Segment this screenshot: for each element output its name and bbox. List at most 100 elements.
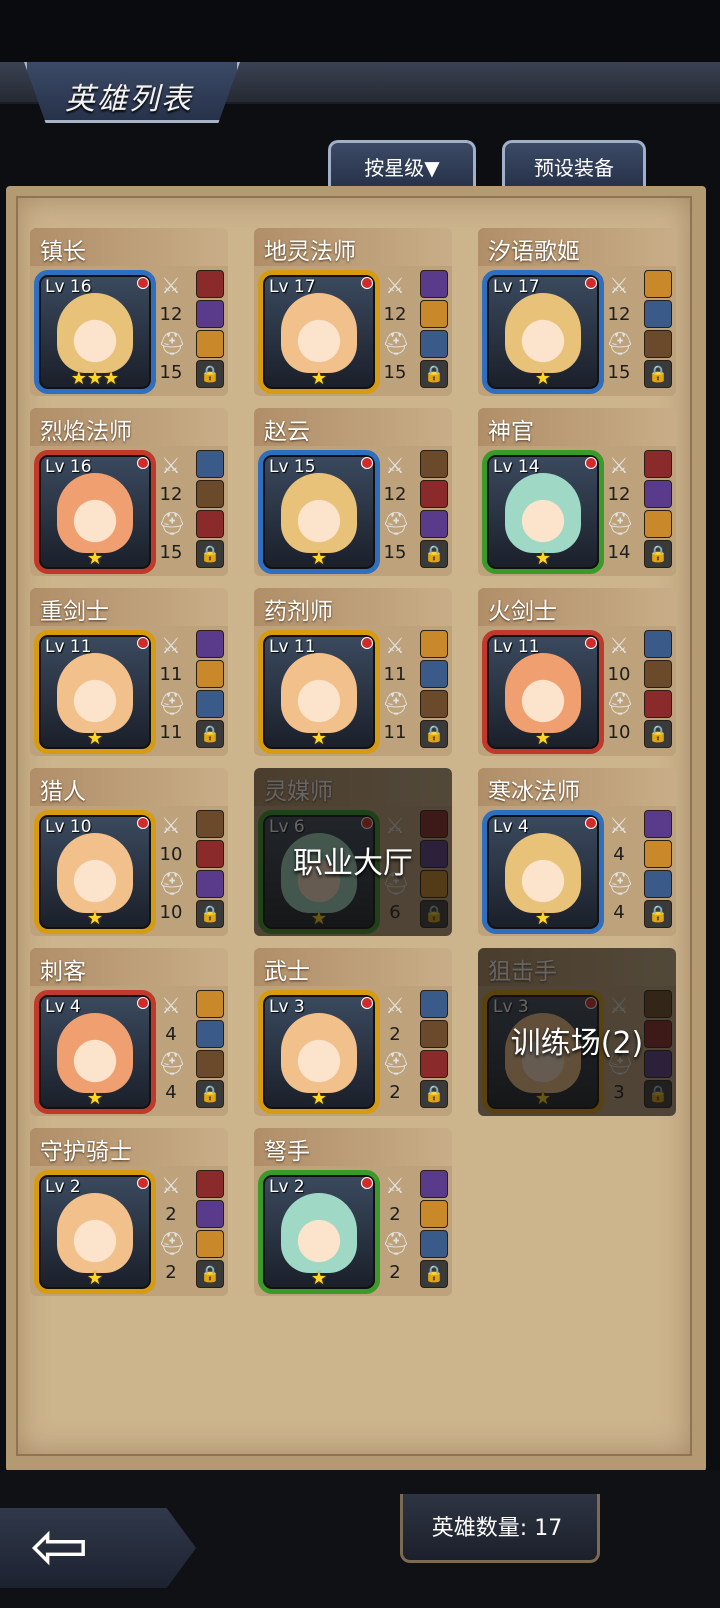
hero-portrait[interactable]: Lv 16 ★ bbox=[34, 450, 156, 574]
equipment-slot[interactable] bbox=[644, 660, 672, 688]
lock-icon[interactable]: 🔒 bbox=[196, 1260, 224, 1288]
hero-card[interactable]: 武士 Lv 3 ★ ⚔ 2 ⛑ 2 🔒 bbox=[254, 948, 452, 1116]
hero-portrait[interactable]: Lv 17 ★ bbox=[482, 270, 604, 394]
defense-value: 2 bbox=[389, 1082, 401, 1103]
hero-card[interactable]: 守护骑士 Lv 2 ★ ⚔ 2 ⛑ 2 🔒 bbox=[30, 1128, 228, 1296]
lock-icon[interactable]: 🔒 bbox=[644, 540, 672, 568]
status-bar-area bbox=[0, 0, 720, 62]
equipment-slot[interactable] bbox=[196, 1050, 224, 1078]
hero-card[interactable]: 重剑士 Lv 11 ★ ⚔ 11 ⛑ 11 🔒 bbox=[30, 588, 228, 756]
hero-portrait[interactable]: Lv 11 ★ bbox=[258, 630, 380, 754]
equipment-slot[interactable] bbox=[644, 300, 672, 328]
equipment-slot[interactable] bbox=[644, 840, 672, 868]
equipment-slot[interactable] bbox=[196, 660, 224, 688]
equipment-slot[interactable] bbox=[420, 990, 448, 1018]
equipment-slot[interactable] bbox=[196, 630, 224, 658]
equipment-slot[interactable] bbox=[420, 660, 448, 688]
equipment-slot[interactable] bbox=[644, 270, 672, 298]
hero-card[interactable]: 镇长 Lv 16 ★★★ ⚔ 12 ⛑ 15 🔒 bbox=[30, 228, 228, 396]
equipment-slot[interactable] bbox=[420, 1020, 448, 1048]
equipment-slot[interactable] bbox=[196, 990, 224, 1018]
equipment-slot[interactable] bbox=[196, 690, 224, 718]
lock-icon[interactable]: 🔒 bbox=[420, 360, 448, 388]
lock-icon[interactable]: 🔒 bbox=[420, 1080, 448, 1108]
hero-portrait[interactable]: Lv 16 ★★★ bbox=[34, 270, 156, 394]
hero-card[interactable]: 汐语歌姬 Lv 17 ★ ⚔ 12 ⛑ 15 🔒 bbox=[478, 228, 676, 396]
hero-card[interactable]: 赵云 Lv 15 ★ ⚔ 12 ⛑ 15 🔒 bbox=[254, 408, 452, 576]
equipment-slot[interactable] bbox=[196, 270, 224, 298]
hero-portrait[interactable]: Lv 11 ★ bbox=[482, 630, 604, 754]
lock-icon[interactable]: 🔒 bbox=[196, 360, 224, 388]
hero-card[interactable]: 寒冰法师 Lv 4 ★ ⚔ 4 ⛑ 4 🔒 bbox=[478, 768, 676, 936]
equipment-slot[interactable] bbox=[196, 1200, 224, 1228]
hero-portrait[interactable]: Lv 3 ★ bbox=[258, 990, 380, 1114]
lock-icon[interactable]: 🔒 bbox=[196, 720, 224, 748]
hero-card[interactable]: 药剂师 Lv 11 ★ ⚔ 11 ⛑ 11 🔒 bbox=[254, 588, 452, 756]
hero-card[interactable]: 灵媒师Lv 6★⚔⛑6🔒职业大厅 bbox=[254, 768, 452, 936]
hero-card[interactable]: 火剑士 Lv 11 ★ ⚔ 10 ⛑ 10 🔒 bbox=[478, 588, 676, 756]
hero-card[interactable]: 猎人 Lv 10 ★ ⚔ 10 ⛑ 10 🔒 bbox=[30, 768, 228, 936]
defense-value: 2 bbox=[165, 1262, 177, 1283]
hero-card[interactable]: 狙击手Lv 3★⚔⛑3🔒训练场(2) bbox=[478, 948, 676, 1116]
hero-portrait[interactable]: Lv 17 ★ bbox=[258, 270, 380, 394]
equipment-slot[interactable] bbox=[196, 1230, 224, 1258]
lock-icon[interactable]: 🔒 bbox=[196, 900, 224, 928]
lock-icon[interactable]: 🔒 bbox=[420, 1260, 448, 1288]
lock-icon[interactable]: 🔒 bbox=[644, 720, 672, 748]
helmet-icon: ⛑ bbox=[606, 692, 634, 717]
equipment-slot[interactable] bbox=[644, 810, 672, 838]
hero-portrait[interactable]: Lv 2 ★ bbox=[34, 1170, 156, 1294]
weapon-icon: ⚔ bbox=[385, 454, 405, 479]
lock-icon[interactable]: 🔒 bbox=[420, 540, 448, 568]
hero-portrait[interactable]: Lv 10 ★ bbox=[34, 810, 156, 934]
hero-portrait[interactable]: Lv 4 ★ bbox=[34, 990, 156, 1114]
equipment-slot[interactable] bbox=[420, 1050, 448, 1078]
equipment-slot[interactable] bbox=[644, 330, 672, 358]
equipment-slot[interactable] bbox=[196, 510, 224, 538]
equipment-slot[interactable] bbox=[196, 840, 224, 868]
preset-equipment-button[interactable]: 预设装备 bbox=[502, 140, 646, 189]
equipment-slot[interactable] bbox=[420, 450, 448, 478]
equipment-slot[interactable] bbox=[196, 810, 224, 838]
lock-icon[interactable]: 🔒 bbox=[644, 360, 672, 388]
equipment-slot[interactable] bbox=[420, 330, 448, 358]
lock-icon[interactable]: 🔒 bbox=[420, 720, 448, 748]
hero-portrait[interactable]: Lv 2 ★ bbox=[258, 1170, 380, 1294]
lock-icon[interactable]: 🔒 bbox=[196, 1080, 224, 1108]
equipment-slot[interactable] bbox=[196, 870, 224, 898]
equipment-slot[interactable] bbox=[420, 1230, 448, 1258]
equipment-slot[interactable] bbox=[644, 450, 672, 478]
equipment-slot[interactable] bbox=[644, 480, 672, 508]
equipment-slot[interactable] bbox=[196, 450, 224, 478]
equipment-slot[interactable] bbox=[196, 1020, 224, 1048]
equipment-slot[interactable] bbox=[196, 480, 224, 508]
equipment-slot[interactable] bbox=[420, 690, 448, 718]
hero-portrait[interactable]: Lv 15 ★ bbox=[258, 450, 380, 574]
hero-card[interactable]: 烈焰法师 Lv 16 ★ ⚔ 12 ⛑ 15 🔒 bbox=[30, 408, 228, 576]
equipment-slot[interactable] bbox=[420, 480, 448, 508]
equipment-slot[interactable] bbox=[644, 870, 672, 898]
equipment-slot[interactable] bbox=[420, 510, 448, 538]
hero-card[interactable]: 弩手 Lv 2 ★ ⚔ 2 ⛑ 2 🔒 bbox=[254, 1128, 452, 1296]
equipment-slot[interactable] bbox=[420, 630, 448, 658]
equipment-slot[interactable] bbox=[420, 1200, 448, 1228]
equipment-slot[interactable] bbox=[196, 330, 224, 358]
equipment-slot[interactable] bbox=[196, 300, 224, 328]
equipment-slot[interactable] bbox=[420, 300, 448, 328]
hero-card[interactable]: 刺客 Lv 4 ★ ⚔ 4 ⛑ 4 🔒 bbox=[30, 948, 228, 1116]
lock-icon[interactable]: 🔒 bbox=[196, 540, 224, 568]
equipment-slot[interactable] bbox=[420, 270, 448, 298]
hero-card[interactable]: 地灵法师 Lv 17 ★ ⚔ 12 ⛑ 15 🔒 bbox=[254, 228, 452, 396]
hero-card[interactable]: 神官 Lv 14 ★ ⚔ 12 ⛑ 14 🔒 bbox=[478, 408, 676, 576]
hero-portrait[interactable]: Lv 14 ★ bbox=[482, 450, 604, 574]
hero-portrait[interactable]: Lv 4 ★ bbox=[482, 810, 604, 934]
equipment-slot[interactable] bbox=[644, 630, 672, 658]
equipment-slot[interactable] bbox=[420, 1170, 448, 1198]
equipment-slot[interactable] bbox=[644, 510, 672, 538]
equipment-slot[interactable] bbox=[644, 690, 672, 718]
hero-portrait[interactable]: Lv 11 ★ bbox=[34, 630, 156, 754]
sort-by-star-button[interactable]: 按星级▼ bbox=[328, 140, 476, 189]
lock-icon[interactable]: 🔒 bbox=[644, 900, 672, 928]
notification-dot-icon bbox=[361, 1177, 373, 1189]
equipment-slot[interactable] bbox=[196, 1170, 224, 1198]
